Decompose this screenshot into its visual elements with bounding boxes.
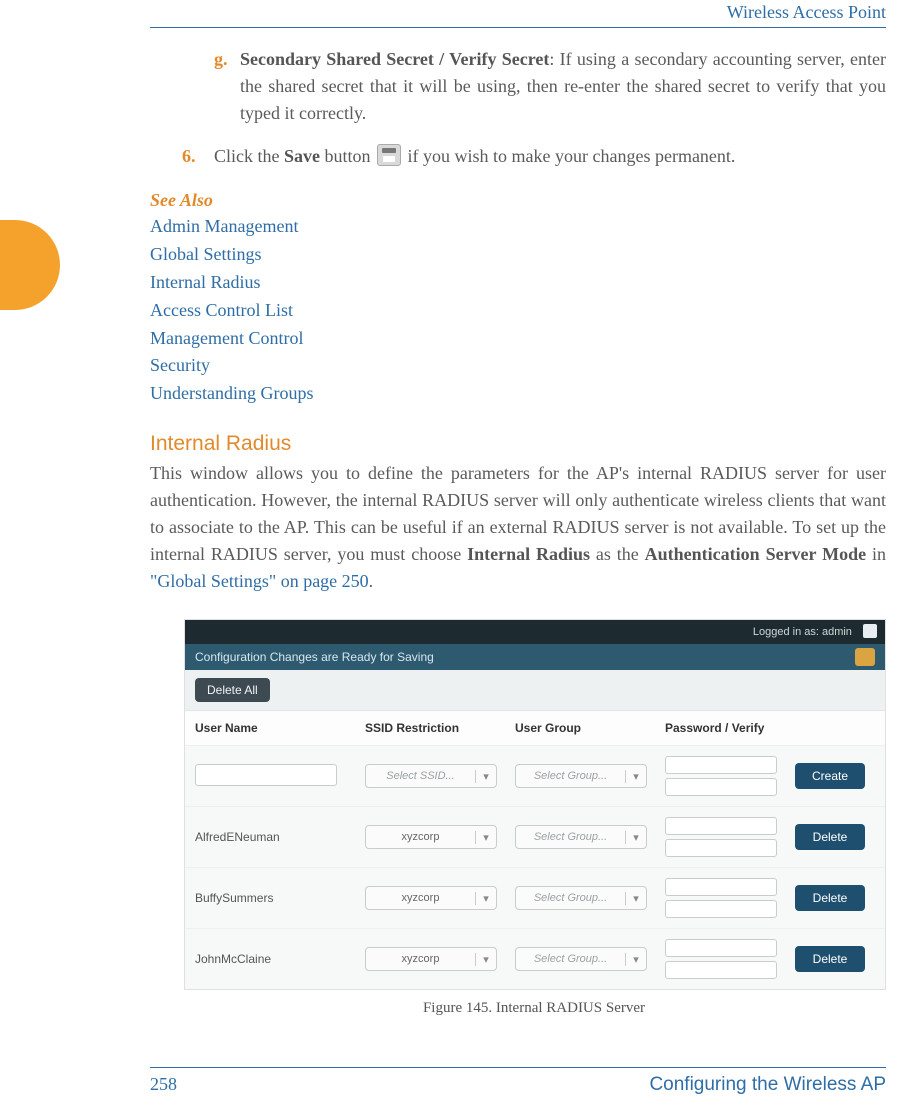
header-rule [150,27,886,28]
username-input[interactable] [195,764,337,786]
item6-pre: Click the [214,146,284,166]
ssid-value: xyzcorp [366,831,475,843]
section-heading-internal-radius: Internal Radius [150,432,886,456]
password-input[interactable] [665,878,777,896]
banner-text: Configuration Changes are Ready for Savi… [195,650,434,664]
verify-password-input[interactable] [665,961,777,979]
chevron-down-icon: ▾ [475,892,496,905]
page-number: 258 [150,1074,177,1095]
figure-internal-radius: Logged in as: admin Configuration Change… [184,619,884,1017]
save-word: Save [284,146,320,166]
bold-auth-mode: Authentication Server Mode [645,544,866,564]
list-marker: g. [214,46,228,73]
page-footer: 258 Configuring the Wireless AP [150,1067,886,1096]
col-header-ssid: SSID Restriction [365,721,515,735]
group-placeholder: Select Group... [516,953,625,965]
col-header-password: Password / Verify [665,721,785,735]
link-understanding-groups[interactable]: Understanding Groups [150,380,886,408]
verify-password-input[interactable] [665,900,777,918]
link-global-settings[interactable]: Global Settings [150,241,886,269]
group-placeholder: Select Group... [516,892,625,904]
running-header: Wireless Access Point [150,2,886,23]
ssid-value: xyzcorp [366,953,475,965]
ui-top-bar: Logged in as: admin [185,620,885,644]
link-management-control[interactable]: Management Control [150,325,886,353]
password-input[interactable] [665,756,777,774]
group-select[interactable]: Select Group... ▾ [515,947,647,971]
footer-title: Configuring the Wireless AP [649,1074,886,1096]
para-tail: . [369,571,374,591]
delete-button[interactable]: Delete [795,946,865,972]
config-changes-banner: Configuration Changes are Ready for Savi… [185,644,885,670]
delete-button[interactable]: Delete [795,824,865,850]
table-row: BuffySummers xyzcorp ▾ Select Group... ▾ [185,868,885,929]
cell-username: BuffySummers [195,891,365,905]
para-mid2: in [866,544,886,564]
toolbar: Delete All [185,670,885,711]
item6-post: if you wish to make your changes permane… [403,146,735,166]
ssid-select[interactable]: xyzcorp ▾ [365,886,497,910]
group-placeholder: Select Group... [516,831,625,843]
ssid-value: xyzcorp [366,892,475,904]
delete-button[interactable]: Delete [795,885,865,911]
password-input[interactable] [665,817,777,835]
chevron-down-icon: ▾ [625,953,646,966]
ssid-select[interactable]: xyzcorp ▾ [365,947,497,971]
link-access-control-list[interactable]: Access Control List [150,297,886,325]
link-global-settings-p250[interactable]: "Global Settings" on page 250 [150,571,369,591]
password-input[interactable] [665,939,777,957]
bold-term: Secondary Shared Secret / Verify Secret [240,49,549,69]
ssid-placeholder: Select SSID... [366,770,475,782]
col-header-username: User Name [195,721,365,735]
figure-caption: Figure 145. Internal RADIUS Server [184,1000,884,1017]
footer-rule [150,1067,886,1068]
see-also-heading: See Also [150,190,886,211]
save-pending-icon[interactable] [855,648,875,666]
chevron-down-icon: ▾ [475,770,496,783]
section-paragraph: This window allows you to define the par… [150,460,886,595]
group-select[interactable]: Select Group... ▾ [515,764,647,788]
see-also-list: Admin Management Global Settings Interna… [150,213,886,408]
ssid-select[interactable]: xyzcorp ▾ [365,825,497,849]
chevron-down-icon: ▾ [625,892,646,905]
group-placeholder: Select Group... [516,770,625,782]
link-security[interactable]: Security [150,352,886,380]
col-header-group: User Group [515,721,665,735]
group-select[interactable]: Select Group... ▾ [515,886,647,910]
link-internal-radius[interactable]: Internal Radius [150,269,886,297]
logout-icon[interactable] [863,624,877,638]
bold-internal-radius: Internal Radius [467,544,590,564]
list-item-g: g. Secondary Shared Secret / Verify Secr… [150,46,886,127]
verify-password-input[interactable] [665,839,777,857]
ssid-select[interactable]: Select SSID... ▾ [365,764,497,788]
item6-mid: button [320,146,375,166]
chevron-down-icon: ▾ [625,770,646,783]
logged-in-label: Logged in as: admin [753,626,852,638]
cell-username: AlfredENeuman [195,830,365,844]
list-marker: 6. [182,143,196,170]
table-row: AlfredENeuman xyzcorp ▾ Select Group... … [185,807,885,868]
save-icon [377,144,401,166]
list-item-6: 6. Click the Save button if you wish to … [150,143,886,170]
create-button[interactable]: Create [795,763,865,789]
side-color-tab [0,220,60,310]
verify-password-input[interactable] [665,778,777,796]
chevron-down-icon: ▾ [625,831,646,844]
para-mid1: as the [590,544,645,564]
delete-all-button[interactable]: Delete All [195,678,270,702]
cell-username: JohnMcClaine [195,952,365,966]
table-header: User Name SSID Restriction User Group Pa… [185,711,885,746]
link-admin-management[interactable]: Admin Management [150,213,886,241]
group-select[interactable]: Select Group... ▾ [515,825,647,849]
table-row-new: Select SSID... ▾ Select Group... ▾ Creat… [185,746,885,807]
radius-config-ui: Logged in as: admin Configuration Change… [184,619,886,990]
chevron-down-icon: ▾ [475,953,496,966]
table-row: JohnMcClaine xyzcorp ▾ Select Group... ▾ [185,929,885,989]
chevron-down-icon: ▾ [475,831,496,844]
